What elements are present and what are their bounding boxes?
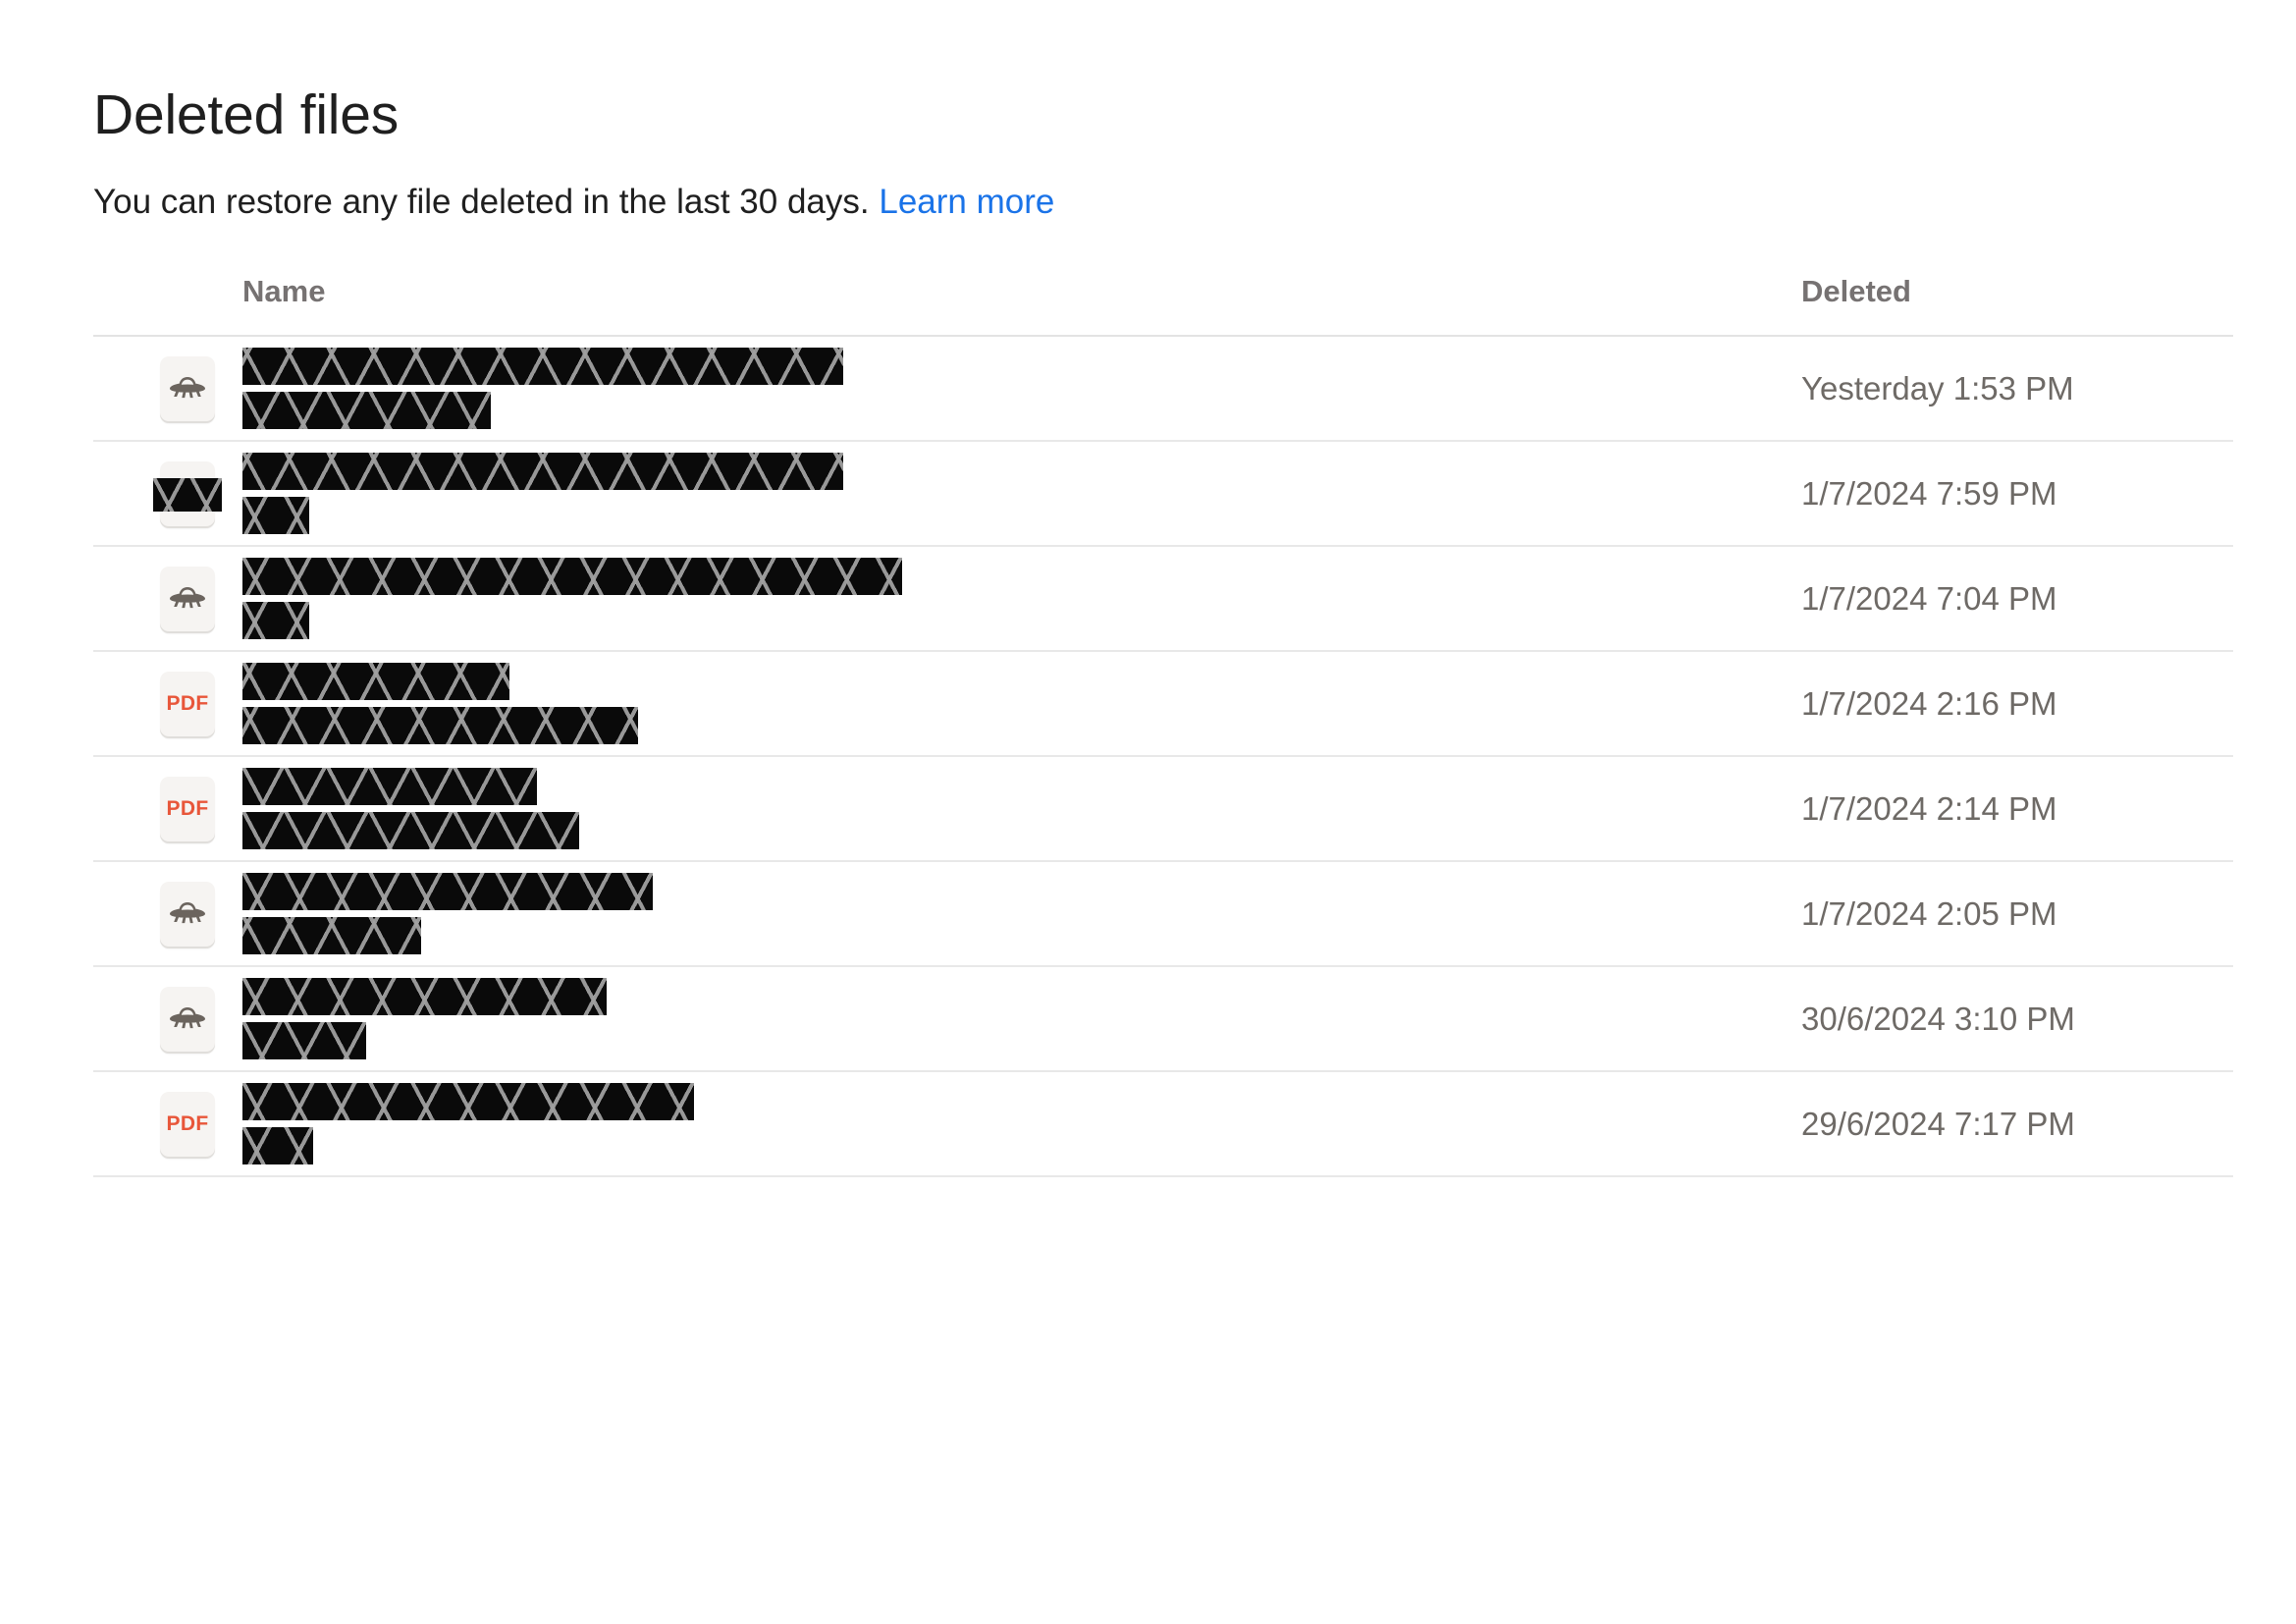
redacted-file-name (242, 1083, 694, 1164)
redaction-overlay (153, 477, 222, 512)
redacted-file-name (242, 663, 638, 744)
subtitle-text: You can restore any file deleted in the … (93, 183, 870, 221)
cell-file-name (93, 558, 1733, 639)
redaction-bar (242, 1083, 694, 1120)
table-body: Yesterday 1:53 PM 1/7/2024 7:59 PM 1/7/202… (93, 337, 2233, 1177)
column-header-name[interactable]: Name (93, 250, 1733, 306)
redaction-bar (242, 392, 491, 429)
table-row[interactable]: 1/7/2024 7:59 PM (93, 442, 2233, 547)
table-row[interactable]: 1/7/2024 2:05 PM (93, 862, 2233, 967)
car-file-icon (153, 460, 222, 526)
cell-deleted-timestamp: Yesterday 1:53 PM (1801, 370, 2074, 406)
car-icon (168, 900, 207, 928)
pdf-icon-label: PDF (166, 797, 209, 820)
cell-deleted-timestamp: 29/6/2024 7:17 PM (1801, 1106, 2075, 1142)
table-row[interactable]: 1/7/2024 7:04 PM (93, 547, 2233, 652)
cell-deleted-timestamp: 30/6/2024 3:10 PM (1801, 1001, 2075, 1037)
cell-deleted-timestamp: 1/7/2024 2:05 PM (1801, 895, 2057, 932)
column-header-deleted[interactable]: Deleted (1733, 250, 2233, 306)
car-file-icon (160, 355, 215, 421)
pdf-file-icon: PDF (160, 1091, 215, 1157)
cell-deleted-timestamp: 1/7/2024 2:14 PM (1801, 790, 2057, 827)
table-row[interactable]: PDF 1/7/2024 2:16 PM (93, 652, 2233, 757)
redacted-file-name (242, 558, 902, 639)
cell-file-name: PDF (93, 663, 1733, 744)
pdf-icon-label: PDF (166, 1112, 209, 1135)
cell-deleted-timestamp: 1/7/2024 2:16 PM (1801, 685, 2057, 722)
pdf-file-icon: PDF (160, 776, 215, 841)
cell-file-name: PDF (93, 1083, 1733, 1164)
redaction-bar (242, 707, 638, 744)
learn-more-link[interactable]: Learn more (879, 183, 1054, 221)
cell-file-name (93, 348, 1733, 429)
deleted-files-table: Name Deleted Yesterday 1:53 PM 1/7/2024 7… (93, 250, 2233, 1177)
cell-deleted-timestamp: 1/7/2024 7:59 PM (1801, 475, 2057, 512)
cell-file-name (93, 453, 1733, 534)
redacted-file-name (242, 768, 579, 849)
table-row[interactable]: PDF 29/6/2024 7:17 PM (93, 1072, 2233, 1177)
cell-deleted-timestamp: 1/7/2024 7:04 PM (1801, 580, 2057, 617)
cell-file-name: PDF (93, 768, 1733, 849)
table-row[interactable]: PDF 1/7/2024 2:14 PM (93, 757, 2233, 862)
page-subtitle: You can restore any file deleted in the … (93, 182, 1054, 223)
car-icon (168, 375, 207, 403)
car-file-icon (160, 986, 215, 1052)
cell-file-name (93, 873, 1733, 954)
redaction-bar (242, 602, 309, 639)
redaction-bar (242, 873, 653, 910)
redacted-file-name (242, 453, 843, 534)
redaction-bar (242, 978, 607, 1015)
cell-file-name (93, 978, 1733, 1059)
car-icon (168, 1005, 207, 1033)
redacted-file-name (242, 348, 843, 429)
redaction-bar (242, 1022, 366, 1059)
redaction-bar (242, 453, 843, 490)
table-row[interactable]: Yesterday 1:53 PM (93, 337, 2233, 442)
car-file-icon (160, 881, 215, 947)
pdf-icon-label: PDF (166, 692, 209, 715)
redacted-file-name (242, 873, 653, 954)
redaction-bar (242, 497, 309, 534)
car-file-icon (160, 566, 215, 631)
redacted-file-name (242, 978, 607, 1059)
table-row[interactable]: 30/6/2024 3:10 PM (93, 967, 2233, 1072)
redaction-bar (242, 663, 509, 700)
deleted-files-page: Deleted files You can restore any file d… (0, 0, 2296, 1624)
page-title: Deleted files (93, 83, 400, 147)
redaction-bar (242, 917, 421, 954)
redaction-bar (242, 768, 537, 805)
redaction-bar (242, 1127, 313, 1164)
table-header-row: Name Deleted (93, 250, 2233, 337)
redaction-bar (242, 812, 579, 849)
redaction-bar (242, 348, 843, 385)
pdf-file-icon: PDF (160, 671, 215, 736)
redaction-bar (242, 558, 902, 595)
car-icon (168, 585, 207, 613)
